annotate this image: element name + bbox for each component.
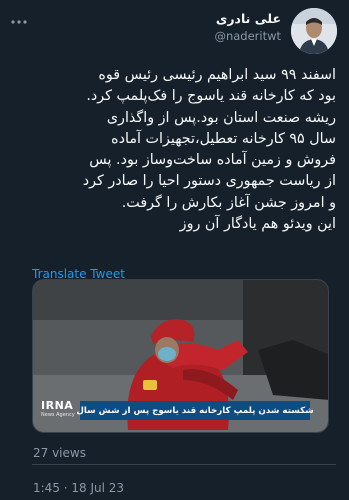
tweet-text-line: بود که کارخانه قند یاسوج را فک‌پلمپ کرد.: [86, 88, 336, 105]
divider: [32, 464, 336, 465]
avatar-photo: [291, 8, 337, 54]
tweet-text: اسفند ۹۹ سید ابراهیم رئیسی رئیس قوه بود …: [14, 65, 336, 235]
author-names[interactable]: علی نادری @naderitwt: [214, 11, 281, 44]
tweet-text-line: ریشه صنعت استان بود.پس از واگذاری: [106, 109, 336, 126]
tweet-text-line: و امروز جشن آغاز بکارش را گرفت.: [121, 194, 336, 211]
tweet-text-line: از ریاست جمهوری دستور احیا را صادر کرد: [82, 173, 336, 190]
irna-logo: IRNA News Agency: [41, 400, 81, 422]
video-caption: شکسته شدن پلمپ کارخانه قند یاسوج پس از ش…: [76, 405, 314, 416]
video-caption-bar: شکسته شدن پلمپ کارخانه قند یاسوج پس از ش…: [76, 401, 314, 420]
irna-logo-text: IRNA: [41, 399, 74, 412]
tweet-text-line: این ویدئو هم یادگار آن روز: [179, 216, 336, 233]
tweet-video[interactable]: IRNA News Agency شکسته شدن پلمپ کارخانه …: [32, 279, 329, 433]
tweet-timestamp[interactable]: 1:45 · 18 Jul 23: [33, 481, 124, 495]
more-horizontal-icon: [11, 20, 27, 24]
more-options-button[interactable]: [6, 12, 32, 32]
tweet-text-line: سال ۹۵ کارخانه تعطیل،تجهیزات آماده: [111, 130, 336, 147]
irna-logo-subtext: News Agency: [41, 412, 75, 418]
avatar[interactable]: [291, 8, 337, 54]
tweet-header: علی نادری @naderitwt: [0, 0, 349, 54]
view-count[interactable]: 27 views: [33, 446, 86, 460]
author-display-name[interactable]: علی نادری: [214, 11, 281, 27]
author-handle[interactable]: @naderitwt: [214, 28, 281, 44]
tweet-text-line: اسفند ۹۹ سید ابراهیم رئیسی رئیس قوه: [98, 67, 336, 83]
tweet-text-line: فروش و زمین آماده ساخت‌وساز بود. پس: [89, 152, 336, 169]
